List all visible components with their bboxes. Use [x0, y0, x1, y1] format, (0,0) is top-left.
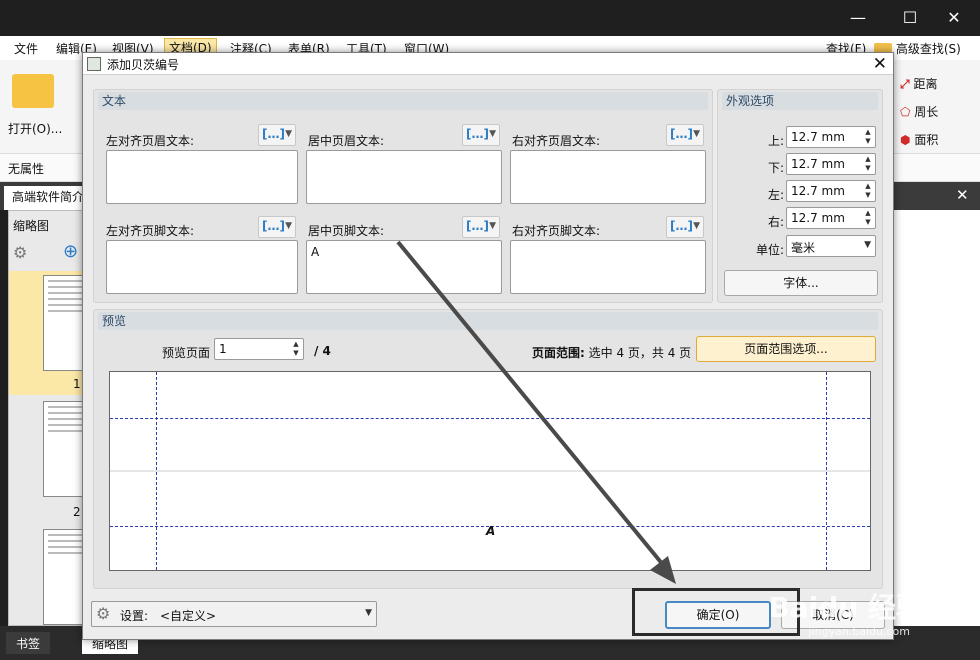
watermark-brand: Baidu 经验	[768, 591, 924, 624]
watermark-url: jingyan.baidu.com	[808, 625, 910, 638]
annotation-arrow	[396, 240, 676, 584]
